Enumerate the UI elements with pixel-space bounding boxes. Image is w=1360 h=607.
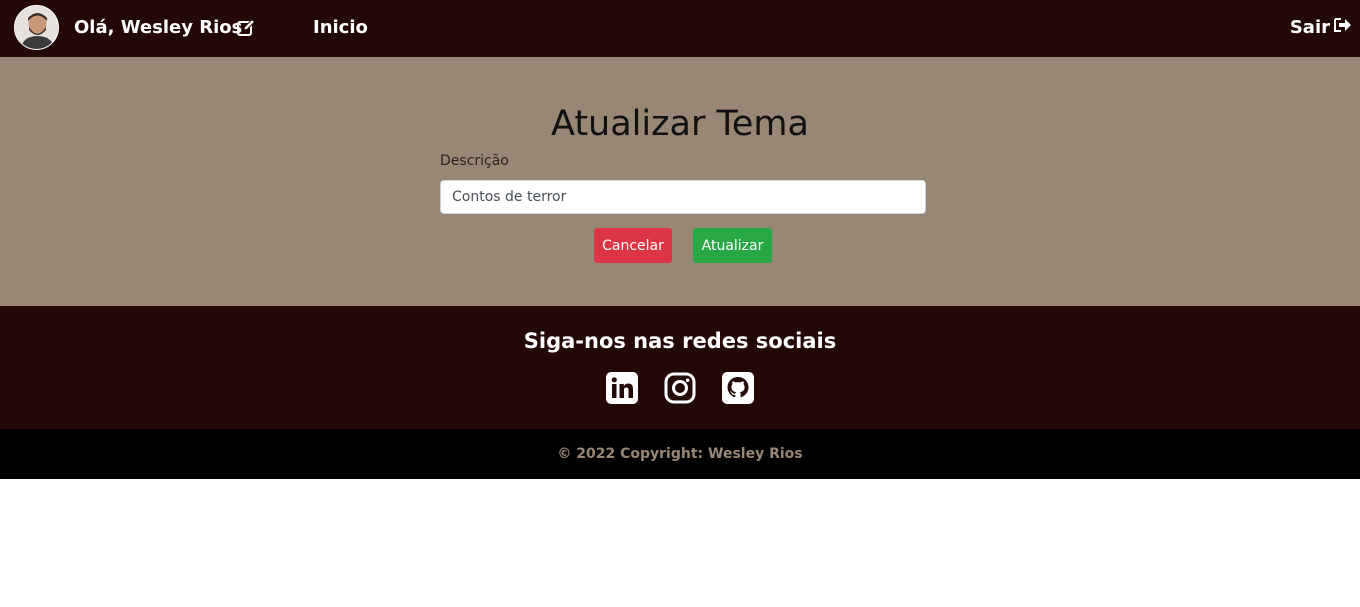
instagram-icon[interactable] (664, 372, 696, 404)
update-button[interactable]: Atualizar (693, 228, 772, 263)
cancel-button[interactable]: Cancelar (594, 228, 672, 263)
social-icons (0, 372, 1360, 404)
description-label: Descrição (440, 153, 509, 169)
sign-out-icon (1334, 17, 1352, 39)
nav-home-link[interactable]: Inicio (313, 17, 368, 39)
edit-icon[interactable] (236, 18, 256, 38)
github-icon[interactable] (722, 372, 754, 404)
copyright-text: © 2022 Copyright: Wesley Rios (557, 446, 803, 462)
greeting-text: Olá, Wesley Rios (74, 17, 243, 38)
update-theme-section: Atualizar Tema Descrição Cancelar Atuali… (0, 57, 1360, 306)
page-title: Atualizar Tema (551, 104, 809, 144)
logout-button[interactable]: Sair (1290, 17, 1352, 39)
copyright-bar: © 2022 Copyright: Wesley Rios (0, 429, 1360, 479)
linkedin-icon[interactable] (606, 372, 638, 404)
description-input[interactable] (440, 180, 926, 214)
social-footer: Siga-nos nas redes sociais (0, 306, 1360, 429)
logout-label: Sair (1289, 17, 1330, 38)
user-avatar[interactable] (14, 5, 59, 50)
social-title: Siga-nos nas redes sociais (523, 329, 837, 353)
top-navbar: Olá, Wesley Rios Inicio Sair (0, 0, 1360, 57)
